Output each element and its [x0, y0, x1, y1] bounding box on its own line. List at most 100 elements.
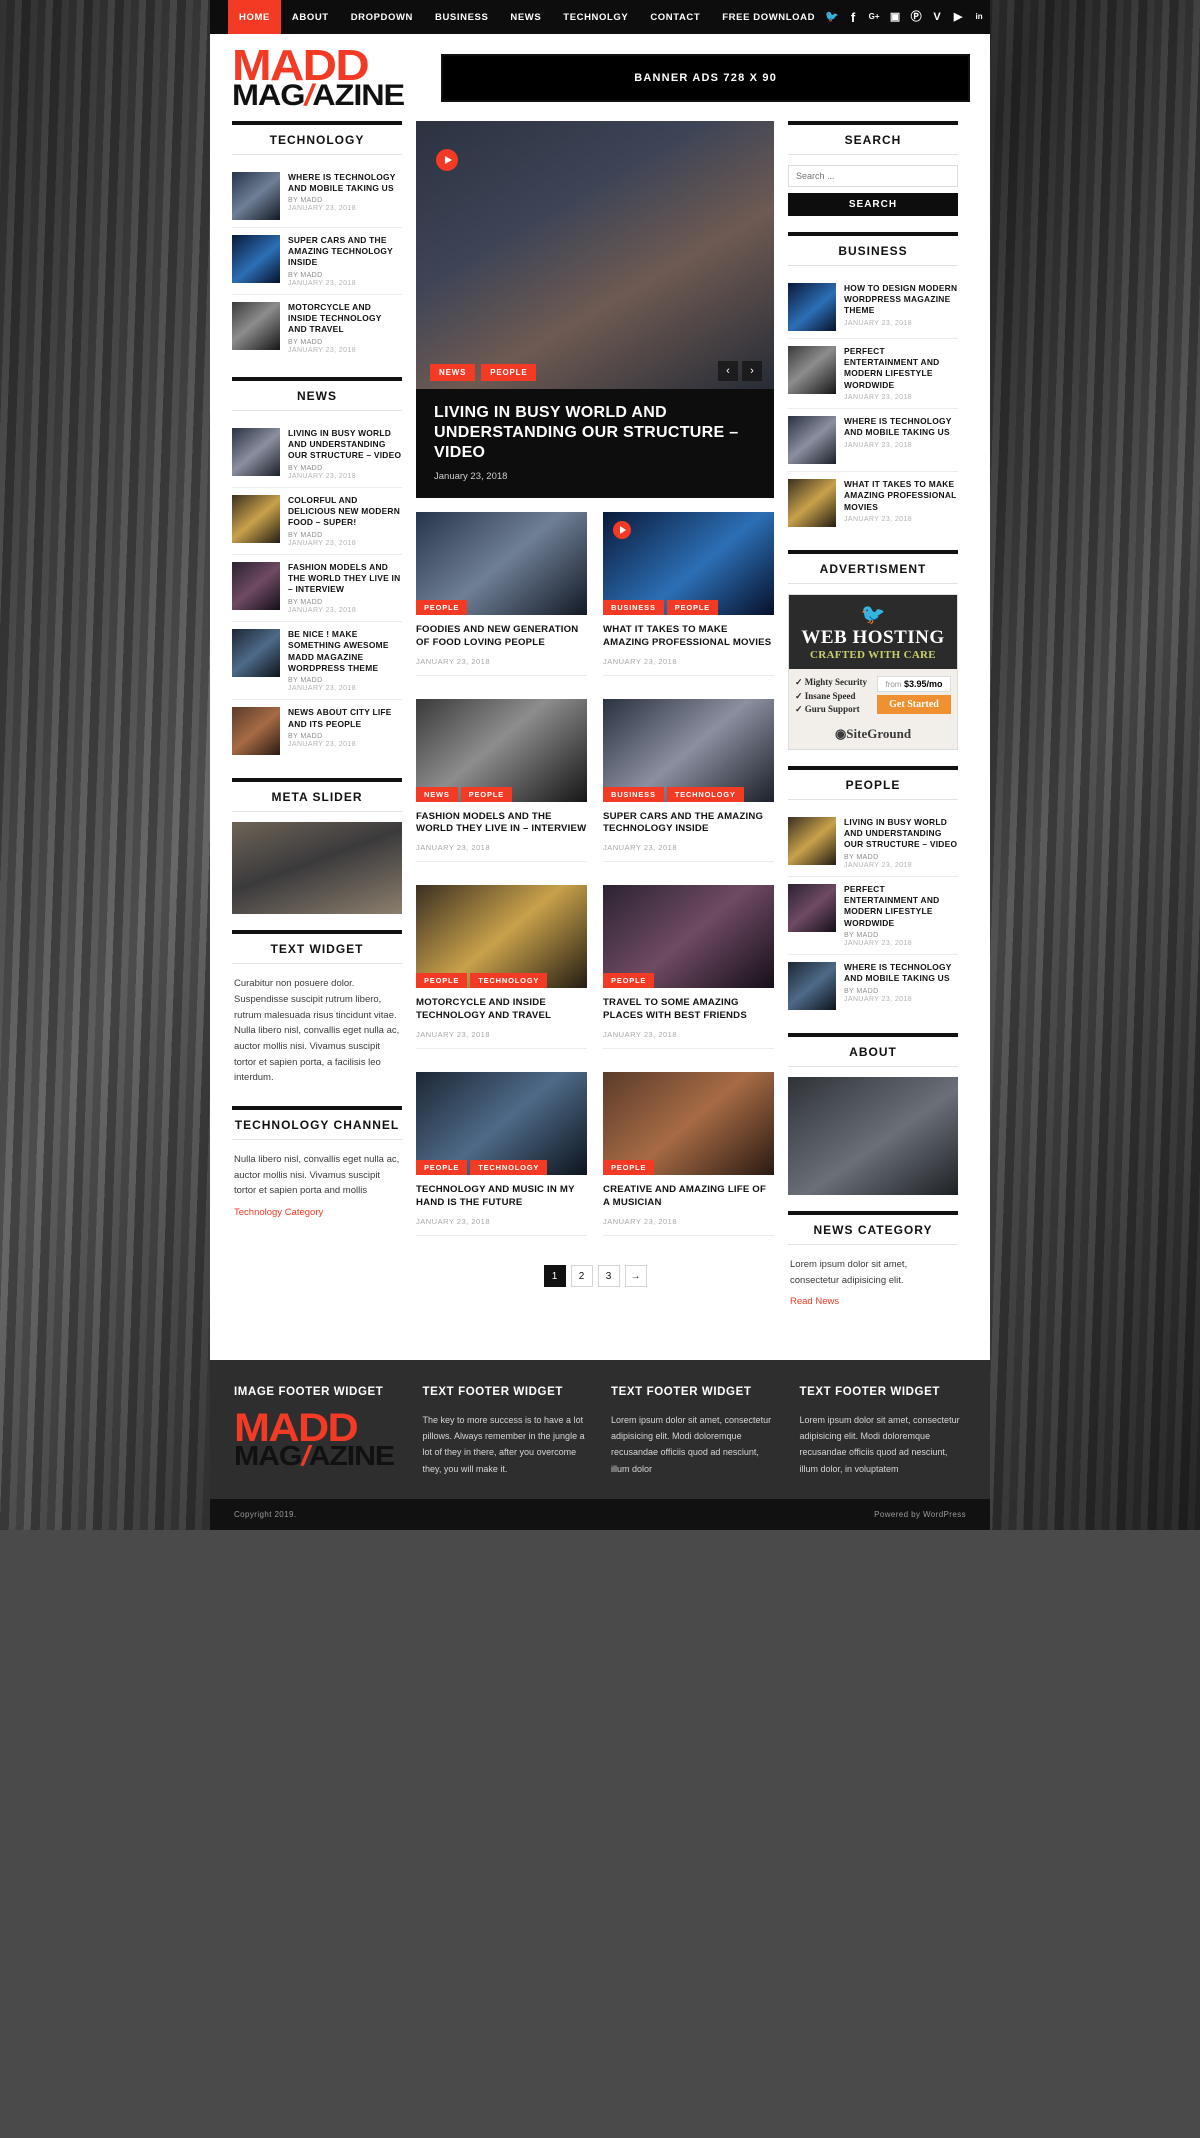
sidebar-post-title[interactable]: WHAT IT TAKES TO MAKE AMAZING PROFESSION…: [844, 479, 958, 513]
sidebar-post-item[interactable]: BE NICE ! MAKE SOMETHING AWESOME MADD MA…: [232, 622, 402, 701]
facebook-icon[interactable]: f: [847, 11, 859, 24]
post-card-image[interactable]: BUSINESS TECHNOLOGY: [603, 698, 774, 802]
get-started-button[interactable]: Get Started: [877, 695, 951, 715]
nav-item-free-download[interactable]: FREE DOWNLOAD: [711, 0, 826, 34]
sidebar-post-item[interactable]: WHERE IS TECHNOLOGY AND MOBILE TAKING US…: [232, 165, 402, 228]
banner-ad[interactable]: BANNER ADS 728 X 90: [441, 54, 970, 103]
category-badge-news[interactable]: NEWS: [430, 363, 476, 381]
sidebar-post-thumbnail[interactable]: [232, 234, 280, 283]
sidebar-post-title[interactable]: NEWS ABOUT CITY LIFE AND ITS PEOPLE: [288, 707, 402, 730]
meta-slider-image[interactable]: [232, 822, 402, 915]
sidebar-post-thumbnail[interactable]: [788, 416, 836, 465]
sidebar-post-title[interactable]: FASHION MODELS AND THE WORLD THEY LIVE I…: [288, 562, 402, 596]
nav-item-business[interactable]: BUSINESS: [424, 0, 499, 34]
post-card-image[interactable]: PEOPLE TECHNOLOGY: [416, 1072, 587, 1176]
category-badge-people[interactable]: PEOPLE: [666, 599, 718, 615]
sidebar-post-title[interactable]: LIVING IN BUSY WORLD AND UNDERSTANDING O…: [844, 817, 958, 851]
play-icon[interactable]: [436, 148, 458, 171]
post-card-image[interactable]: PEOPLE TECHNOLOGY: [416, 885, 587, 989]
sidebar-post-thumbnail[interactable]: [232, 561, 280, 610]
sidebar-post-thumbnail[interactable]: [232, 628, 280, 677]
post-card-title[interactable]: WHAT IT TAKES TO MAKE AMAZING PROFESSION…: [603, 624, 774, 650]
sidebar-post-thumbnail[interactable]: [788, 282, 836, 331]
sidebar-post-title[interactable]: WHERE IS TECHNOLOGY AND MOBILE TAKING US: [844, 962, 958, 985]
sidebar-post-title[interactable]: COLORFUL AND DELICIOUS NEW MODERN FOOD –…: [288, 495, 402, 529]
read-news-link[interactable]: Read News: [790, 1296, 839, 1307]
sidebar-post-title[interactable]: HOW TO DESIGN MODERN WORDPRESS MAGAZINE …: [844, 283, 958, 317]
sidebar-post-item[interactable]: FASHION MODELS AND THE WORLD THEY LIVE I…: [232, 555, 402, 622]
sidebar-post-thumbnail[interactable]: [232, 427, 280, 476]
nav-item-contact[interactable]: CONTACT: [639, 0, 711, 34]
post-card-image[interactable]: BUSINESS PEOPLE: [603, 511, 774, 615]
play-icon[interactable]: [613, 520, 631, 539]
sidebar-post-thumbnail[interactable]: [232, 171, 280, 220]
nav-item-home[interactable]: HOME: [228, 0, 281, 34]
google-plus-icon[interactable]: G+: [868, 11, 880, 23]
pinterest-icon[interactable]: Ⓟ: [910, 11, 922, 23]
hero-title[interactable]: LIVING IN BUSY WORLD AND UNDERSTANDING O…: [434, 403, 756, 463]
about-image[interactable]: [788, 1076, 958, 1195]
sidebar-post-item[interactable]: PERFECT ENTERTAINMENT AND MODERN LIFESTY…: [788, 339, 958, 410]
sidebar-post-item[interactable]: WHAT IT TAKES TO MAKE AMAZING PROFESSION…: [788, 472, 958, 534]
pagination-next[interactable]: →: [624, 1265, 647, 1288]
post-card-title[interactable]: TECHNOLOGY AND MUSIC IN MY HAND IS THE F…: [416, 1184, 587, 1210]
sidebar-post-item[interactable]: LIVING IN BUSY WORLD AND UNDERSTANDING O…: [788, 810, 958, 877]
sidebar-post-item[interactable]: PERFECT ENTERTAINMENT AND MODERN LIFESTY…: [788, 877, 958, 955]
sidebar-post-title[interactable]: WHERE IS TECHNOLOGY AND MOBILE TAKING US: [844, 416, 958, 439]
category-badge-business[interactable]: BUSINESS: [603, 786, 664, 802]
sidebar-post-item[interactable]: SUPER CARS AND THE AMAZING TECHNOLOGY IN…: [232, 228, 402, 295]
sidebar-post-title[interactable]: LIVING IN BUSY WORLD AND UNDERSTANDING O…: [288, 428, 402, 462]
sidebar-post-thumbnail[interactable]: [788, 961, 836, 1010]
category-badge-business[interactable]: BUSINESS: [603, 599, 664, 615]
post-card-title[interactable]: FASHION MODELS AND THE WORLD THEY LIVE I…: [416, 811, 587, 837]
post-card-image[interactable]: PEOPLE: [603, 1072, 774, 1176]
sidebar-post-item[interactable]: WHERE IS TECHNOLOGY AND MOBILE TAKING US…: [788, 955, 958, 1017]
sidebar-post-thumbnail[interactable]: [788, 816, 836, 865]
nav-item-dropdown[interactable]: DROPDOWN: [340, 0, 424, 34]
instagram-icon[interactable]: ▣: [889, 11, 901, 23]
sidebar-post-item[interactable]: NEWS ABOUT CITY LIFE AND ITS PEOPLE BY MA…: [232, 700, 402, 762]
nav-item-about[interactable]: ABOUT: [281, 0, 340, 34]
site-logo[interactable]: MADD MAG/AZINE: [232, 43, 405, 110]
search-input[interactable]: [788, 164, 958, 187]
sidebar-post-thumbnail[interactable]: [788, 479, 836, 528]
category-badge-people[interactable]: PEOPLE: [481, 363, 537, 381]
category-badge-people[interactable]: PEOPLE: [416, 973, 468, 989]
sidebar-post-title[interactable]: BE NICE ! MAKE SOMETHING AWESOME MADD MA…: [288, 629, 402, 674]
post-card-image[interactable]: PEOPLE: [416, 511, 587, 615]
sidebar-post-item[interactable]: HOW TO DESIGN MODERN WORDPRESS MAGAZINE …: [788, 276, 958, 339]
technology-category-link[interactable]: Technology Category: [234, 1207, 323, 1218]
sidebar-post-thumbnail[interactable]: [232, 707, 280, 756]
advertisement-banner[interactable]: 🐦 WEB HOSTING CRAFTED WITH CARE ✓ Mighty…: [788, 594, 958, 750]
sidebar-post-thumbnail[interactable]: [788, 883, 836, 932]
category-badge-news[interactable]: NEWS: [416, 786, 458, 802]
category-badge-technology[interactable]: TECHNOLOGY: [470, 973, 548, 989]
nav-item-news[interactable]: NEWS: [499, 0, 552, 34]
sidebar-post-title[interactable]: SUPER CARS AND THE AMAZING TECHNOLOGY IN…: [288, 235, 402, 269]
sidebar-post-item[interactable]: WHERE IS TECHNOLOGY AND MOBILE TAKING US…: [788, 409, 958, 473]
post-card-title[interactable]: CREATIVE AND AMAZING LIFE OF A MUSICIAN: [603, 1184, 774, 1210]
vimeo-icon[interactable]: V: [931, 11, 943, 23]
pagination-page-2[interactable]: 2: [570, 1265, 593, 1288]
sidebar-post-item[interactable]: MOTORCYCLE AND INSIDE TECHNOLOGY AND TRA…: [232, 295, 402, 361]
pagination-page-3[interactable]: 3: [597, 1265, 620, 1288]
category-badge-people[interactable]: PEOPLE: [603, 1160, 655, 1176]
sidebar-post-thumbnail[interactable]: [788, 345, 836, 394]
footer-logo[interactable]: MADD MAG/AZINE: [234, 1408, 401, 1469]
post-card-title[interactable]: SUPER CARS AND THE AMAZING TECHNOLOGY IN…: [603, 811, 774, 837]
post-card-title[interactable]: MOTORCYCLE AND INSIDE TECHNOLOGY AND TRA…: [416, 997, 587, 1023]
category-badge-technology[interactable]: TECHNOLOGY: [666, 786, 744, 802]
linkedin-icon[interactable]: in: [973, 11, 985, 23]
category-badge-people[interactable]: PEOPLE: [460, 786, 512, 802]
category-badge-technology[interactable]: TECHNOLOGY: [470, 1160, 548, 1176]
sidebar-post-item[interactable]: COLORFUL AND DELICIOUS NEW MODERN FOOD –…: [232, 488, 402, 555]
twitter-icon[interactable]: 🐦: [825, 11, 839, 23]
sidebar-post-thumbnail[interactable]: [232, 301, 280, 350]
sidebar-post-thumbnail[interactable]: [232, 494, 280, 543]
post-card-image[interactable]: NEWS PEOPLE: [416, 698, 587, 802]
category-badge-people[interactable]: PEOPLE: [416, 599, 468, 615]
sidebar-post-title[interactable]: PERFECT ENTERTAINMENT AND MODERN LIFESTY…: [844, 884, 958, 929]
pagination-page-1[interactable]: 1: [543, 1265, 566, 1288]
slider-prev-icon[interactable]: ‹: [718, 360, 738, 381]
search-button[interactable]: SEARCH: [788, 192, 958, 216]
